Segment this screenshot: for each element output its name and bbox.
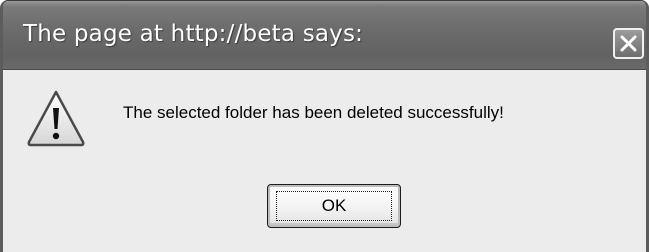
dialog-title: The page at http://beta says: [23, 21, 364, 47]
close-button[interactable] [613, 28, 644, 59]
dialog-body: The selected folder has been deleted suc… [3, 70, 646, 252]
ok-button-label: OK [276, 191, 392, 221]
dialog-message: The selected folder has been deleted suc… [123, 103, 504, 122]
alert-dialog: The page at http://beta says: The select… [0, 0, 649, 252]
ok-button[interactable]: OK [267, 184, 401, 228]
close-icon [620, 35, 637, 52]
title-bar: The page at http://beta says: [3, 1, 646, 70]
warning-icon [27, 90, 85, 147]
